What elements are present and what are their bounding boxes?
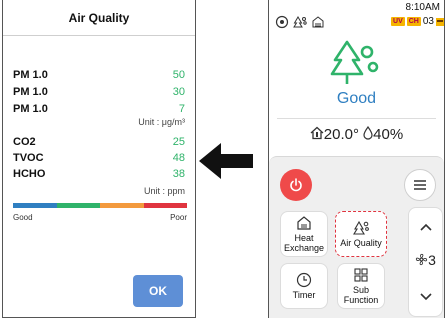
fan-level-display: 3 (409, 252, 442, 268)
scale-good-label: Good (13, 213, 33, 222)
gas-label: CO2 (13, 136, 36, 148)
gas-value: 25 (172, 136, 185, 148)
fan-level-value: 3 (428, 252, 436, 268)
ch-badge: CH (406, 17, 421, 26)
heat-exchange-button[interactable]: Heat Exchange (280, 211, 328, 257)
air-quality-detail-panel: Air Quality PM 1.0 50 PM 1.0 30 PM 1.0 7… (2, 0, 196, 318)
scale-poor-label: Poor (170, 213, 187, 222)
hamburger-menu-icon (414, 180, 426, 190)
pm-unit-label: Unit : μg/m³ (138, 117, 185, 127)
scale-segment (143, 203, 187, 208)
gas-label: TVOC (13, 152, 44, 164)
pm-row: PM 1.0 30 (13, 86, 185, 102)
fan-up-button[interactable] (409, 216, 442, 238)
humidity-value: 40% (373, 126, 404, 143)
uv-badge: UV (391, 17, 405, 26)
gas-row: CO2 25 (13, 136, 185, 152)
pm-label: PM 1.0 (13, 103, 48, 115)
air-quality-button[interactable]: Air Quality (335, 211, 387, 257)
menu-button[interactable] (404, 169, 436, 201)
clock: 8:10AM (405, 2, 440, 13)
status-icon-row (275, 15, 325, 31)
heat-exchange-label: Heat Exchange (283, 233, 325, 253)
fan-down-button[interactable] (409, 286, 442, 308)
power-icon (290, 178, 302, 192)
gas-label: HCHO (13, 168, 46, 180)
control-area: Heat Exchange Air Quality Timer Sub Func… (269, 156, 444, 318)
heat-exchange-small-icon (312, 16, 324, 28)
gas-unit-label: Unit : ppm (143, 186, 185, 196)
heat-exchange-icon (297, 216, 311, 230)
pm-row: PM 1.0 50 (13, 69, 185, 85)
scale-segment (13, 203, 57, 208)
power-button[interactable] (280, 169, 312, 201)
timer-button[interactable]: Timer (280, 263, 328, 309)
fan-speed-control: 3 (408, 207, 443, 317)
pm-value: 50 (172, 69, 185, 81)
pm-label: PM 1.0 (13, 86, 48, 98)
ok-button[interactable]: OK (133, 275, 183, 307)
thermostat-screen: 8:10AM UV CH 03 Good 20.0° 40% Heat Exch… (268, 0, 445, 318)
air-quality-label: Air Quality (340, 238, 382, 248)
home-temperature-icon (310, 126, 324, 140)
divider (277, 118, 436, 119)
air-quality-icon (353, 220, 369, 235)
gas-row: TVOC 48 (13, 152, 185, 168)
target-icon (275, 15, 289, 29)
scale-segment (56, 203, 100, 208)
climate-readout: 20.0° 40% (269, 125, 444, 143)
grid-icon (354, 268, 368, 282)
filter-icon (436, 17, 444, 26)
air-quality-status: Good (336, 90, 377, 107)
chevron-down-icon (419, 293, 432, 301)
panel-title: Air Quality (3, 0, 195, 36)
badge-count: 03 (422, 16, 434, 27)
sub-function-button[interactable]: Sub Function (337, 263, 385, 309)
scale-labels: Good Poor (13, 213, 187, 222)
temperature-value: 20.0 (323, 126, 353, 143)
clock-icon (296, 272, 312, 288)
pm-value: 30 (172, 86, 185, 98)
left-arrow-icon (199, 143, 253, 179)
pm-label: PM 1.0 (13, 69, 48, 81)
gas-value: 48 (172, 152, 185, 164)
chevron-up-icon (419, 223, 432, 231)
pm-value: 7 (178, 103, 185, 115)
fan-icon (416, 253, 428, 266)
air-quality-small-icon (293, 16, 307, 28)
scale-segment (100, 203, 144, 208)
humidity-drop-icon (363, 125, 373, 140)
air-quality-scale-bar (13, 203, 187, 208)
status-badges: UV CH 03 (391, 16, 444, 27)
timer-label: Timer (292, 290, 316, 300)
sub-function-label: Sub Function (343, 285, 379, 305)
gas-row: HCHO 38 (13, 168, 185, 184)
gas-value: 38 (172, 168, 185, 180)
air-quality-tree-icon (330, 40, 379, 84)
